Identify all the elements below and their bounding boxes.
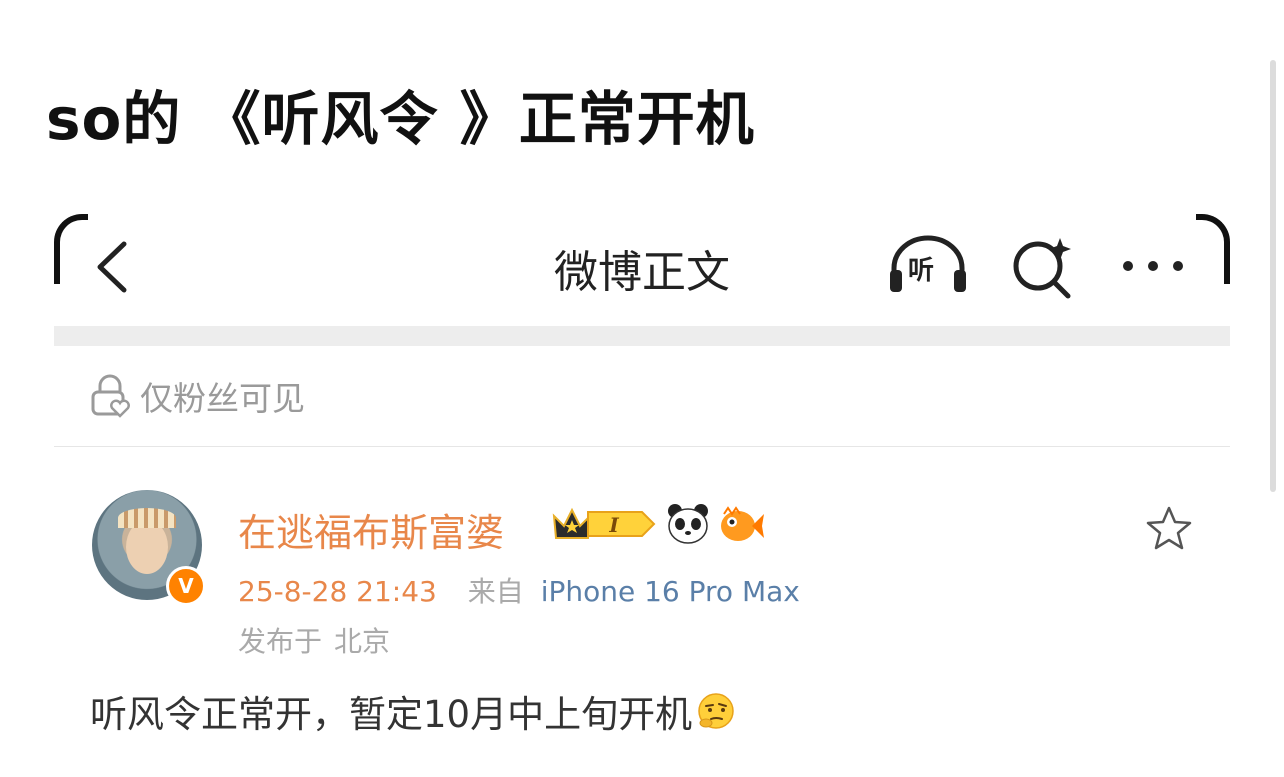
- lock-heart-icon: [91, 374, 130, 418]
- fish-emoji-icon: [721, 506, 764, 541]
- user-badges: I: [548, 502, 764, 546]
- location-value: 北京: [334, 625, 391, 658]
- scrollbar[interactable]: [1270, 60, 1276, 492]
- vip-crown-badge[interactable]: I: [548, 504, 658, 544]
- post-body: 听风令正常开，暂定10月中上旬开机: [90, 684, 736, 738]
- visibility-indicator: 仅粉丝可见: [90, 374, 305, 418]
- post-meta: 25-8-28 21:43 来自 iPhone 16 Pro Max: [238, 570, 800, 610]
- vip-level-label: I: [608, 513, 619, 537]
- device-link[interactable]: iPhone 16 Pro Max: [541, 575, 800, 608]
- panda-emoji-icon: [668, 504, 708, 544]
- avatar-face: [126, 520, 168, 574]
- page-headline: so的 《听风令 》正常开机: [46, 85, 755, 153]
- visibility-label: 仅粉丝可见: [140, 379, 305, 418]
- more-icon[interactable]: [1118, 254, 1188, 278]
- post-time: 25-8-28 21:43: [238, 575, 437, 608]
- verified-badge: V: [166, 566, 206, 606]
- post-location: 发布于 北京: [238, 620, 390, 660]
- star-icon[interactable]: [1144, 504, 1194, 554]
- divider: [54, 446, 1230, 447]
- source-label: 来自: [467, 575, 524, 608]
- location-label: 发布于: [238, 625, 323, 658]
- listen-button[interactable]: 听: [886, 234, 970, 296]
- navbar: 微博正文 听: [54, 214, 1230, 326]
- phone-screenshot: 微博正文 听 仅粉丝可见 V 在逃福布斯富婆 I 25-8-28 21:43 来…: [54, 214, 1230, 777]
- username-link[interactable]: 在逃福布斯富婆: [238, 502, 504, 557]
- section-separator: [54, 326, 1230, 346]
- avatar-headdress: [118, 508, 176, 528]
- listen-label: 听: [908, 256, 935, 286]
- ai-search-icon[interactable]: [1010, 234, 1076, 300]
- post-text: 听风令正常开，暂定10月中上旬开机: [90, 693, 693, 736]
- thinking-emoji-icon: [698, 693, 734, 729]
